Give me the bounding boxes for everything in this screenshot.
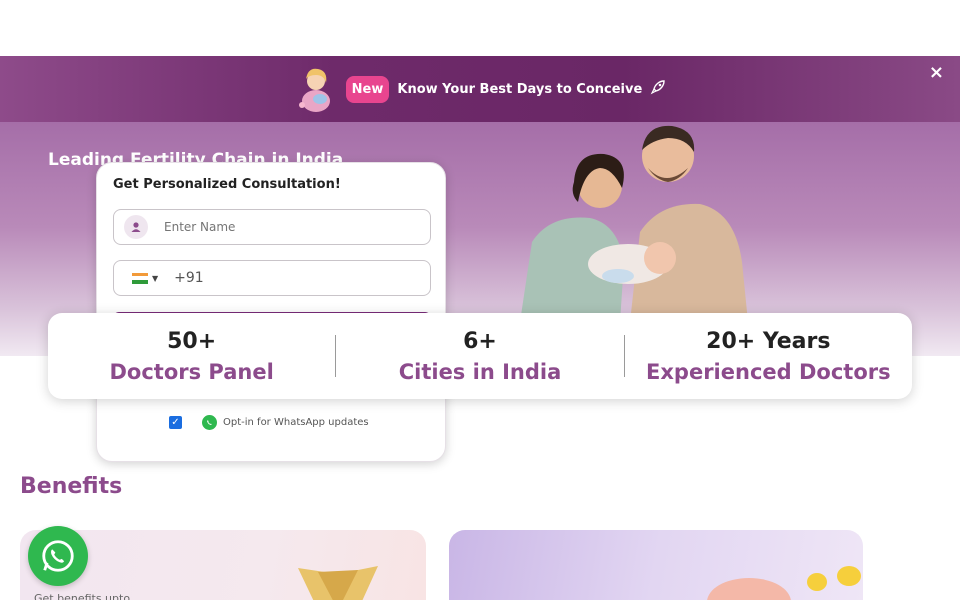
page: New Know Your Best Days to Conceive × Le… (0, 0, 960, 600)
stat-doctors: 50+ Doctors Panel (48, 329, 335, 384)
stat-cities: 6+ Cities in India (336, 329, 623, 384)
benefit-card-1-text: Get benefits upto (34, 592, 131, 600)
stat-experience: 20+ Years Experienced Doctors (625, 329, 912, 384)
phone-prefix: +91 (174, 270, 204, 286)
whatsapp-icon (42, 540, 74, 572)
chevron-down-icon[interactable]: ▼ (152, 274, 158, 283)
promo-content[interactable]: New Know Your Best Days to Conceive (294, 65, 667, 113)
stat-value: 20+ Years (706, 328, 831, 354)
benefits-heading: Benefits (20, 474, 123, 499)
consultation-form: Get Personalized Consultation! ▼ +91 ✓ O… (96, 162, 446, 462)
benefit-card-2[interactable] (449, 530, 863, 600)
new-badge: New (345, 75, 390, 103)
gift-illustration-icon (298, 566, 378, 600)
close-icon[interactable]: × (929, 62, 944, 83)
promo-text: Know Your Best Days to Conceive (397, 81, 643, 97)
benefit-illustration-icon (707, 566, 861, 600)
mother-illustration-icon (294, 65, 338, 113)
stat-label: Experienced Doctors (646, 359, 891, 384)
user-icon (124, 215, 148, 239)
optin-checkbox[interactable]: ✓ (169, 416, 182, 429)
optin-label: Opt-in for WhatsApp updates (223, 417, 369, 428)
stat-label: Doctors Panel (109, 359, 274, 384)
stat-label: Cities in India (398, 359, 562, 384)
family-photo (520, 122, 760, 322)
promo-banner[interactable]: New Know Your Best Days to Conceive × (0, 56, 960, 122)
whatsapp-optin[interactable]: ✓ Opt-in for WhatsApp updates (169, 415, 369, 430)
top-header (0, 0, 960, 56)
phone-field[interactable]: ▼ +91 (113, 260, 431, 296)
form-title: Get Personalized Consultation! (113, 177, 341, 192)
whatsapp-icon (202, 415, 217, 430)
stat-value: 50+ (167, 328, 217, 354)
name-field[interactable] (113, 209, 431, 245)
whatsapp-chat-button[interactable] (28, 526, 88, 586)
stats-bar: 50+ Doctors Panel 6+ Cities in India 20+… (48, 313, 912, 399)
name-input[interactable] (164, 220, 404, 234)
rocket-icon (650, 79, 666, 99)
india-flag-icon[interactable] (132, 272, 148, 284)
stat-value: 6+ (463, 328, 497, 354)
